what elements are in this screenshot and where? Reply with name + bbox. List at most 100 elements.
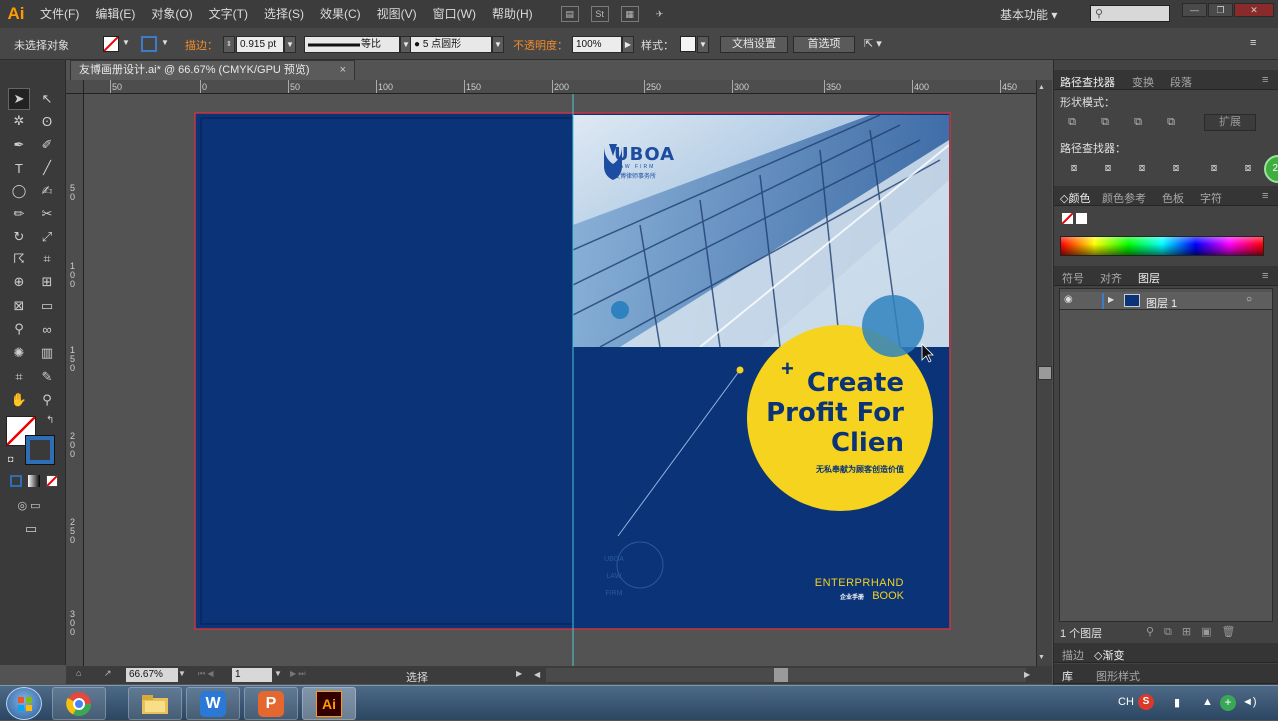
pen-tool-icon[interactable]: ✒ xyxy=(8,134,30,156)
wps-presentation-icon[interactable]: P xyxy=(244,687,298,720)
stroke-color-swatch[interactable] xyxy=(25,435,55,465)
vertical-ruler[interactable]: 5 0 1 0 0 1 5 0 2 0 0 2 5 0 3 0 0 xyxy=(66,94,84,666)
arrange-docs-icon[interactable]: ▦ xyxy=(620,6,639,22)
ime-indicator[interactable]: CH xyxy=(1118,696,1134,708)
tab-swatches[interactable]: 色板 xyxy=(1162,190,1184,206)
scroll-thumb[interactable] xyxy=(1038,366,1052,380)
shape-builder-tool-icon[interactable]: ⊕ xyxy=(8,271,30,293)
canvas[interactable]: UBOA LAW FIRM 友博律师事务所 + Create Profit Fo… xyxy=(84,94,1044,666)
tab-layers[interactable]: 图层 xyxy=(1138,270,1160,286)
tab-transform[interactable]: 变换 xyxy=(1132,74,1154,90)
paintbrush-tool-icon[interactable]: ✍ xyxy=(36,180,58,202)
hand-tool-icon[interactable]: ✋ xyxy=(8,389,30,411)
chrome-icon[interactable] xyxy=(52,687,106,720)
panel-menu-icon[interactable]: ≡ xyxy=(1262,270,1268,282)
arrange-icon[interactable]: ⇱ ▾ xyxy=(864,37,882,50)
color-spectrum[interactable] xyxy=(1060,236,1264,256)
sogou-icon[interactable]: S xyxy=(1138,694,1154,710)
bridge-icon[interactable]: ▤ xyxy=(560,6,579,22)
target-icon[interactable]: ○ xyxy=(1246,294,1252,305)
restore-button[interactable]: ❐ xyxy=(1208,3,1233,17)
status-icon[interactable]: ⌂ xyxy=(76,668,81,678)
crop-icon[interactable]: ⧇ xyxy=(1168,160,1184,176)
menu-view[interactable]: 视图(V) xyxy=(369,0,425,28)
tab-libraries[interactable]: 库 xyxy=(1062,668,1073,684)
eye-icon[interactable]: ◉ xyxy=(1064,294,1073,305)
speaker-icon[interactable]: ◄) xyxy=(1242,696,1257,708)
scroll-down-icon[interactable]: ▼ xyxy=(1038,654,1045,661)
minimize-button[interactable]: — xyxy=(1182,3,1207,17)
tab-paragraph[interactable]: 段落 xyxy=(1170,74,1192,90)
tab-color[interactable]: ◇颜色 xyxy=(1060,190,1090,206)
scroll-right-icon[interactable]: ▶ xyxy=(1024,670,1030,679)
style-swatch[interactable] xyxy=(680,36,696,52)
workspace-switcher[interactable]: 基本功能 ▾ xyxy=(1000,6,1057,23)
expand-layer-icon[interactable]: ▶ xyxy=(1108,295,1114,304)
tab-align[interactable]: 对齐 xyxy=(1100,270,1122,286)
swap-colors-icon[interactable]: ↰ xyxy=(46,415,54,426)
layer-actions-icon[interactable]: ⚲⧉⊞▣🗑 xyxy=(1146,625,1246,639)
panel-menu-icon[interactable]: ≡ xyxy=(1250,37,1256,49)
gpu-icon[interactable]: ✈ xyxy=(651,6,669,22)
preferences-button[interactable]: 首选项 xyxy=(793,36,855,53)
layer-name[interactable]: 图层 1 xyxy=(1146,295,1177,311)
none-mode-icon[interactable] xyxy=(46,475,58,487)
expand-button[interactable]: 扩展 xyxy=(1204,114,1256,131)
draw-mode-icon[interactable]: ◎ ▭ xyxy=(6,494,52,516)
horizontal-scrollbar[interactable] xyxy=(546,668,1026,682)
eyedropper-tool-icon[interactable]: ⚲ xyxy=(8,318,30,340)
merge-icon[interactable]: ⧇ xyxy=(1134,160,1150,176)
illustrator-icon[interactable]: Ai xyxy=(302,687,356,720)
zoom-tool-icon[interactable]: ⚲ xyxy=(36,389,58,411)
menu-window[interactable]: 窗口(W) xyxy=(425,0,484,28)
tab-pathfinder[interactable]: 路径查找器 xyxy=(1060,74,1115,90)
free-transform-tool-icon[interactable]: ⌗ xyxy=(36,248,58,270)
stroke-label[interactable]: 描边： xyxy=(185,37,218,53)
outline-icon[interactable]: ⧇ xyxy=(1206,160,1222,176)
document-tab[interactable]: 友博画册设计.ai* @ 66.67% (CMYK/GPU 预览) × xyxy=(70,60,355,80)
scale-tool-icon[interactable]: ⤢ xyxy=(36,226,58,248)
scissors-tool-icon[interactable]: ✂ xyxy=(36,203,58,225)
ellipse-tool-icon[interactable]: ◯ xyxy=(8,180,30,202)
pencil-tool-icon[interactable]: ✏ xyxy=(8,203,30,225)
stroke-swatch[interactable] xyxy=(141,36,157,52)
start-button[interactable] xyxy=(6,687,42,720)
menu-help[interactable]: 帮助(H) xyxy=(484,0,541,28)
share-icon[interactable]: ↗ xyxy=(104,668,112,679)
magic-wand-tool-icon[interactable]: ✲ xyxy=(8,110,30,132)
panel-menu-icon[interactable]: ≡ xyxy=(1262,190,1268,202)
usb-icon[interactable]: ▮ xyxy=(1174,696,1180,709)
minus-back-icon[interactable]: ⧇ xyxy=(1240,160,1256,176)
direct-selection-tool-icon[interactable]: ↖ xyxy=(36,88,58,110)
notification-badge[interactable]: 26 xyxy=(1264,155,1278,183)
scroll-thumb[interactable] xyxy=(774,668,788,682)
tab-graphic-styles[interactable]: 图形样式 xyxy=(1096,668,1140,684)
slice-tool-icon[interactable]: ✎ xyxy=(36,366,58,388)
menu-type[interactable]: 文字(T) xyxy=(201,0,256,28)
wps-writer-icon[interactable]: W xyxy=(186,687,240,720)
chevron-down-icon[interactable]: ▼ xyxy=(161,38,169,47)
trim-icon[interactable]: ⧇ xyxy=(1100,160,1116,176)
menu-file[interactable]: 文件(F) xyxy=(32,0,87,28)
menu-effect[interactable]: 效果(C) xyxy=(312,0,369,28)
chevron-down-icon[interactable]: ▼ xyxy=(122,38,130,47)
symbol-sprayer-tool-icon[interactable]: ✺ xyxy=(8,342,30,364)
horizontal-ruler[interactable]: 50 0 50 100 150 200 250 300 350 400 450 xyxy=(84,80,1044,94)
divide-icon[interactable]: ⧇ xyxy=(1066,160,1082,176)
stock-icon[interactable]: St xyxy=(590,6,609,22)
exclude-icon[interactable]: ⧉ xyxy=(1163,114,1179,130)
tab-symbols[interactable]: 符号 xyxy=(1062,270,1084,286)
chevron-right-icon[interactable]: ▶ xyxy=(622,36,634,53)
minus-front-icon[interactable]: ⧉ xyxy=(1097,114,1113,130)
color-mode-icon[interactable] xyxy=(10,475,22,487)
line-tool-icon[interactable]: ╱ xyxy=(36,157,58,179)
tab-character[interactable]: 字符 xyxy=(1200,190,1222,206)
tab-gradient[interactable]: ◇渐变 xyxy=(1094,647,1124,663)
close-tab-icon[interactable]: × xyxy=(340,61,346,79)
menu-edit[interactable]: 编辑(E) xyxy=(87,0,143,28)
show-hidden-icons[interactable]: ▲ xyxy=(1202,696,1213,708)
white-swatch[interactable] xyxy=(1076,213,1087,224)
artboard-input[interactable]: 1 xyxy=(232,668,272,682)
file-explorer-icon[interactable] xyxy=(128,687,182,720)
column-graph-tool-icon[interactable]: ▥ xyxy=(36,342,58,364)
